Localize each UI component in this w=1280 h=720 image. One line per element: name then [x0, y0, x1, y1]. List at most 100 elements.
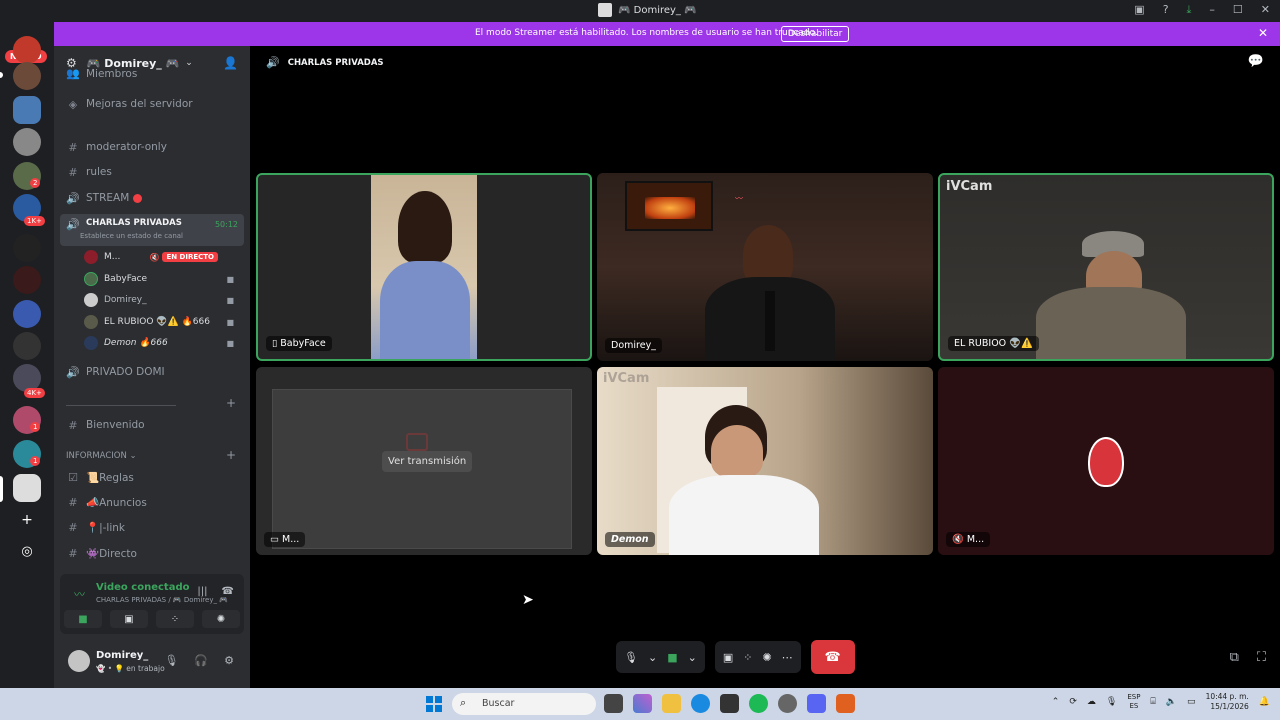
soundboard-icon[interactable]: ✺	[762, 651, 771, 664]
camera-icon: ■	[226, 274, 234, 284]
voice-user[interactable]: Demon 🔥666 ■	[84, 334, 234, 352]
camera-icon[interactable]: ■	[667, 651, 677, 664]
disconnect-icon[interactable]: ☎	[222, 586, 234, 597]
channel-rules[interactable]: # rules	[66, 162, 246, 182]
add-channel-icon[interactable]: +	[226, 448, 236, 462]
windows-start-icon[interactable]	[426, 696, 442, 712]
add-channel-icon[interactable]: +	[226, 396, 236, 410]
username[interactable]: Domirey_	[96, 650, 148, 661]
server-icon[interactable]	[13, 234, 41, 262]
discover-icon[interactable]: ◎	[13, 538, 41, 566]
chevron-down-icon[interactable]: ⌄	[648, 651, 657, 664]
copilot-icon[interactable]	[633, 694, 652, 713]
activities-button[interactable]: ⁘	[156, 610, 194, 628]
help-icon[interactable]: ?	[1163, 3, 1169, 17]
fullscreen-icon[interactable]: ⛶	[1257, 650, 1266, 665]
language-indicator[interactable]: ESP ES	[1127, 693, 1140, 711]
battery-icon[interactable]: ▭	[1187, 697, 1196, 707]
voice-user[interactable]: M... 🔇 🔕 EN DIRECTO	[84, 248, 234, 266]
voice-status[interactable]: Video conectado	[96, 582, 189, 593]
video-tile[interactable]: 〰 Domirey_	[597, 173, 933, 361]
tray-cloud-icon[interactable]: ☁	[1087, 697, 1096, 707]
volume-icon[interactable]: 🔈	[1166, 697, 1177, 707]
close-icon[interactable]: ✕	[1258, 26, 1268, 40]
minimize-button[interactable]: –	[1209, 3, 1215, 17]
voice-channel-active[interactable]: 🔊 CHARLAS PRIVADAS Establece un estado d…	[60, 214, 244, 246]
soundboard-button[interactable]: ✺	[202, 610, 240, 628]
server-icon[interactable]	[13, 96, 41, 124]
stream-tile[interactable]: Ver transmisión ▭ M...	[256, 367, 592, 555]
server-icon[interactable]	[13, 332, 41, 360]
channel-bienvenido[interactable]: # Bienvenido	[66, 415, 246, 435]
video-tile[interactable]: 🔇 M...	[938, 367, 1274, 555]
server-icon[interactable]	[13, 266, 41, 294]
camera-toggle-button[interactable]: ■	[64, 610, 102, 628]
notifications-icon[interactable]: 🔔	[1259, 697, 1270, 707]
video-tile[interactable]: iVCam Demon	[597, 367, 933, 555]
close-window-button[interactable]: ✕	[1261, 3, 1270, 17]
maximize-button[interactable]: ☐	[1233, 3, 1243, 17]
popout-icon[interactable]: ⧉	[1230, 650, 1239, 665]
hangup-button[interactable]: ☎	[810, 640, 855, 674]
video-tile[interactable]: ▯ BabyFace	[256, 173, 592, 361]
channel-anuncios[interactable]: # 📣Anuncios	[66, 492, 246, 512]
clock[interactable]: 10:44 p. m. 15/1/2026	[1206, 692, 1249, 712]
app-icon[interactable]	[836, 694, 855, 713]
taskbar-search[interactable]: ⌕ Buscar	[452, 693, 596, 715]
channel-directo[interactable]: # 👾Directo	[66, 543, 246, 563]
avatar[interactable]	[68, 650, 90, 672]
user-status[interactable]: 👻 • 💡 en trabajo	[96, 664, 165, 673]
voice-channel-privado[interactable]: 🔊 PRIVADO DOMI	[66, 362, 246, 382]
edge-icon[interactable]	[691, 694, 710, 713]
disable-streamer-button[interactable]: Deshabilitar	[781, 26, 850, 42]
server-boost-item[interactable]: ◈ Mejoras del servidor	[66, 94, 246, 114]
channel-reglas[interactable]: ☑ 📜Reglas	[66, 467, 246, 487]
mention-badge: 1	[30, 422, 41, 432]
chat-icon[interactable]: 💬	[1248, 54, 1264, 69]
members-item[interactable]: 👥 Miembros	[66, 68, 246, 80]
file-explorer-icon[interactable]	[662, 694, 681, 713]
microphone-icon[interactable]: 🎙	[164, 654, 178, 667]
settings-icon[interactable]: ⚙	[224, 654, 234, 667]
tray-app-icon[interactable]: ⟳	[1069, 697, 1077, 707]
headphones-icon[interactable]: 🎧	[194, 654, 208, 667]
screen-share-button[interactable]: ▣	[110, 610, 148, 628]
camera-watermark: iVCam	[603, 371, 650, 386]
video-tile[interactable]: iVCam EL RUBIOO 👽⚠️	[938, 173, 1274, 361]
add-server-icon[interactable]: +	[13, 506, 41, 534]
tray-mic-icon[interactable]: 🎙	[1106, 697, 1117, 707]
voice-user[interactable]: EL RUBIOO 👽⚠️ 🔥666 ■	[84, 313, 234, 331]
microphone-icon[interactable]: 🎙	[624, 651, 638, 664]
server-icon[interactable]	[13, 36, 41, 64]
task-view-icon[interactable]	[604, 694, 623, 713]
spotify-icon[interactable]	[749, 694, 768, 713]
more-icon[interactable]: ⋯	[782, 651, 793, 664]
watch-stream-button[interactable]: Ver transmisión	[382, 451, 473, 472]
server-icon[interactable]	[13, 62, 41, 90]
view-controls: ⧉ ⛶	[1230, 650, 1266, 665]
download-icon[interactable]: ⤓	[1187, 3, 1192, 17]
channel-moderator-only[interactable]: # moderator-only	[66, 137, 246, 157]
screen-share-icon[interactable]: ▣	[723, 651, 733, 664]
voice-user[interactable]: BabyFace ■	[84, 270, 234, 288]
channel-link[interactable]: # 📍|-link	[66, 517, 246, 537]
activities-icon[interactable]: ⁘	[743, 651, 752, 664]
signal-icon[interactable]: 〰	[74, 586, 85, 602]
chevron-up-icon[interactable]: ⌃	[1052, 697, 1060, 707]
store-icon[interactable]	[720, 694, 739, 713]
server-icon[interactable]	[13, 300, 41, 328]
channel-status-hint[interactable]: Establece un estado de canal	[80, 232, 183, 240]
voice-channel-stream[interactable]: 🔊 STREAM	[66, 188, 246, 208]
category-informacion[interactable]: INFORMACION ⌄	[66, 451, 137, 461]
voice-location[interactable]: CHARLAS PRIVADAS / 🎮 Domirey_ 🎮	[96, 596, 228, 604]
server-icon-active[interactable]	[13, 474, 41, 502]
voice-user[interactable]: Domirey_ ■	[84, 291, 234, 309]
inbox-icon[interactable]: ▣	[1134, 3, 1144, 17]
steam-icon[interactable]	[778, 694, 797, 713]
discord-icon[interactable]	[807, 694, 826, 713]
server-icon[interactable]	[13, 128, 41, 156]
chevron-down-icon[interactable]: ⌄	[688, 651, 697, 664]
mouse-cursor-icon: ➤	[522, 592, 534, 608]
network-icon[interactable]: ⌸	[1150, 697, 1155, 707]
noise-suppression-icon[interactable]: |||	[197, 586, 207, 597]
